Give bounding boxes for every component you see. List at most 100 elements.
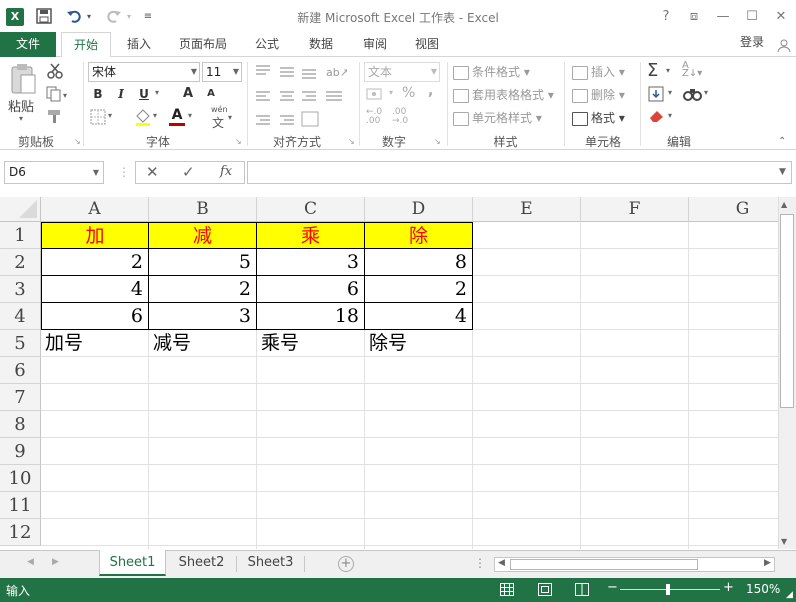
grow-font-button[interactable]: A bbox=[180, 86, 196, 102]
cell-b3[interactable]: 2 bbox=[149, 276, 257, 303]
cell-b2[interactable]: 5 bbox=[149, 249, 257, 276]
italic-button[interactable]: I bbox=[113, 86, 129, 102]
row-header-6[interactable]: 6 bbox=[0, 357, 41, 384]
tab-insert[interactable]: 插入 bbox=[118, 32, 160, 57]
cell-a1[interactable]: 加 bbox=[41, 222, 149, 249]
cell-b4[interactable]: 3 bbox=[149, 303, 257, 330]
page-break-view-icon[interactable] bbox=[575, 583, 589, 596]
autosum-dropdown-icon[interactable]: ▾ bbox=[666, 66, 670, 75]
select-all-button[interactable] bbox=[0, 197, 41, 222]
column-header-e[interactable]: E bbox=[473, 197, 581, 222]
tab-data[interactable]: 数据 bbox=[300, 32, 342, 57]
paste-label[interactable]: 粘贴 bbox=[8, 96, 34, 115]
collapse-ribbon-icon[interactable]: ⌃ bbox=[778, 136, 786, 147]
border-icon[interactable] bbox=[90, 109, 106, 125]
row-header-9[interactable]: 9 bbox=[0, 438, 41, 465]
login-link[interactable]: 登录 bbox=[740, 33, 764, 50]
cut-icon[interactable] bbox=[46, 62, 64, 80]
border-dropdown-icon[interactable]: ▾ bbox=[108, 111, 112, 120]
fill-icon[interactable] bbox=[648, 86, 666, 102]
help-button[interactable]: ? bbox=[655, 8, 677, 26]
sort-filter-icon[interactable]: A Z↓▾ bbox=[682, 61, 702, 79]
add-sheet-icon[interactable]: + bbox=[338, 556, 354, 572]
autosum-button[interactable]: Σ bbox=[647, 60, 658, 81]
number-launcher-icon[interactable]: ↘ bbox=[434, 137, 441, 146]
phonetic-dropdown-icon[interactable]: ▾ bbox=[228, 113, 232, 122]
column-header-c[interactable]: C bbox=[257, 197, 365, 222]
confirm-entry-button[interactable]: ✓ bbox=[182, 163, 195, 181]
cell-b1[interactable]: 减 bbox=[149, 222, 257, 249]
cell-a5[interactable]: 加号 bbox=[41, 330, 149, 357]
row-header-4[interactable]: 4 bbox=[0, 303, 41, 330]
cancel-entry-button[interactable]: ✕ bbox=[146, 163, 159, 181]
zoom-in-button[interactable]: + bbox=[723, 580, 734, 595]
column-header-g[interactable]: G bbox=[689, 197, 778, 222]
normal-view-icon[interactable] bbox=[500, 583, 514, 596]
phonetic-button[interactable]: wén bbox=[211, 105, 228, 114]
find-dropdown-icon[interactable]: ▾ bbox=[704, 88, 708, 97]
currency-icon[interactable] bbox=[366, 86, 386, 102]
tab-formulas[interactable]: 公式 bbox=[246, 32, 288, 57]
row-header-10[interactable]: 10 bbox=[0, 465, 41, 492]
cell-d1[interactable]: 除 bbox=[365, 222, 473, 249]
cell-styles-button[interactable]: 单元格样式 ▾ bbox=[453, 108, 542, 128]
close-button[interactable]: ✕ bbox=[770, 8, 792, 26]
increase-decimal-icon[interactable]: ←.0.00 bbox=[366, 108, 382, 126]
cell-a4[interactable]: 6 bbox=[41, 303, 149, 330]
font-color-dropdown-icon[interactable]: ▾ bbox=[188, 111, 192, 120]
clipboard-launcher-icon[interactable]: ↘ bbox=[74, 137, 81, 146]
scroll-left-icon[interactable]: ◀ bbox=[498, 558, 505, 568]
page-layout-view-icon[interactable] bbox=[538, 583, 552, 596]
zoom-out-button[interactable]: − bbox=[607, 580, 618, 595]
tab-review[interactable]: 审阅 bbox=[354, 32, 396, 57]
row-header-2[interactable]: 2 bbox=[0, 249, 41, 276]
maximize-button[interactable]: ☐ bbox=[741, 8, 763, 26]
cell-c2[interactable]: 3 bbox=[257, 249, 365, 276]
cell-c3[interactable]: 6 bbox=[257, 276, 365, 303]
cell-b5[interactable]: 减号 bbox=[149, 330, 257, 357]
row-header-12[interactable]: 12 bbox=[0, 519, 41, 546]
column-header-d[interactable]: D bbox=[365, 197, 473, 222]
percent-button[interactable]: % bbox=[402, 85, 415, 101]
currency-dropdown-icon[interactable]: ▾ bbox=[389, 88, 393, 97]
column-header-b[interactable]: B bbox=[149, 197, 257, 222]
fill-color-icon[interactable] bbox=[134, 108, 152, 126]
row-header-11[interactable]: 11 bbox=[0, 492, 41, 519]
paste-dropdown-icon[interactable]: ▾ bbox=[19, 114, 23, 123]
tab-page-layout[interactable]: 页面布局 bbox=[170, 32, 236, 57]
format-cells-button[interactable]: 格式 ▾ bbox=[572, 108, 625, 128]
row-header-8[interactable]: 8 bbox=[0, 411, 41, 438]
row-header-1[interactable]: 1 bbox=[0, 222, 41, 249]
insert-cells-button[interactable]: 插入 ▾ bbox=[572, 62, 625, 82]
zoom-slider-track[interactable] bbox=[620, 589, 720, 590]
cell-c5[interactable]: 乘号 bbox=[257, 330, 365, 357]
expand-formula-bar-icon[interactable]: ▼ bbox=[779, 167, 786, 177]
minimize-button[interactable]: — bbox=[712, 8, 734, 26]
zoom-level[interactable]: 150% bbox=[746, 582, 780, 596]
scroll-right-icon[interactable]: ▶ bbox=[764, 558, 771, 568]
clear-icon[interactable] bbox=[648, 109, 666, 123]
row-header-7[interactable]: 7 bbox=[0, 384, 41, 411]
user-avatar-icon[interactable] bbox=[777, 38, 791, 53]
tab-file[interactable]: 文件 bbox=[0, 32, 56, 57]
prev-sheet-icon[interactable]: ◀ bbox=[27, 557, 34, 567]
cell-c4[interactable]: 18 bbox=[257, 303, 365, 330]
tab-splitter-icon[interactable]: ⋮ bbox=[474, 556, 486, 570]
scroll-down-icon[interactable]: ▼ bbox=[781, 537, 787, 546]
fill-dropdown-icon[interactable]: ▾ bbox=[668, 88, 672, 97]
column-header-a[interactable]: A bbox=[41, 197, 149, 222]
scroll-up-icon[interactable]: ▲ bbox=[781, 200, 787, 209]
delete-cells-button[interactable]: 删除 ▾ bbox=[572, 85, 625, 105]
conditional-format-button[interactable]: 条件格式 ▾ bbox=[453, 62, 530, 82]
tab-view[interactable]: 视图 bbox=[406, 32, 448, 57]
cell-d4[interactable]: 4 bbox=[365, 303, 473, 330]
cell-d5[interactable]: 除号 bbox=[365, 330, 473, 357]
format-painter-icon[interactable] bbox=[46, 108, 64, 124]
row-header-3[interactable]: 3 bbox=[0, 276, 41, 303]
name-box[interactable]: D6 ▼ bbox=[4, 161, 104, 184]
comma-button[interactable]: , bbox=[428, 83, 433, 99]
cell-d3[interactable]: 2 bbox=[365, 276, 473, 303]
insert-function-button[interactable]: fx bbox=[220, 164, 232, 179]
cell-c1[interactable]: 乘 bbox=[257, 222, 365, 249]
shrink-font-button[interactable]: A bbox=[203, 86, 219, 102]
